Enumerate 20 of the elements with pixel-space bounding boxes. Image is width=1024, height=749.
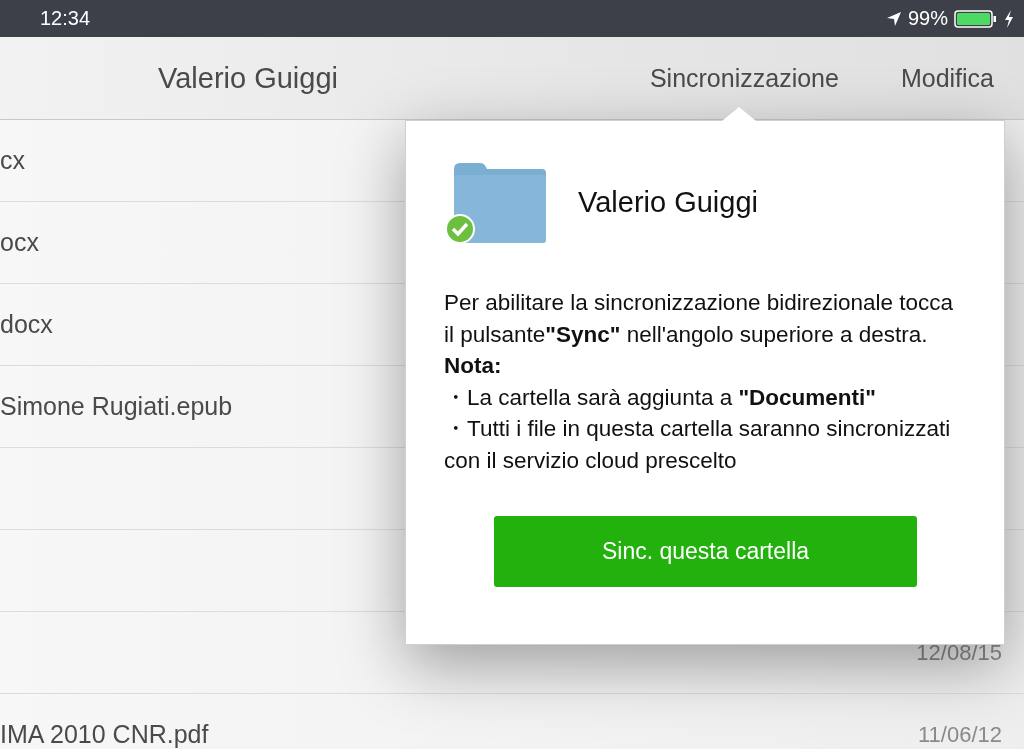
battery-percentage: 99% — [907, 7, 948, 30]
battery-icon — [954, 9, 998, 28]
file-date: 12/08/15 — [916, 639, 1002, 666]
file-name[interactable]: IMA 2010 CNR.pdf — [0, 720, 209, 749]
sync-instructions: Per abilitare la sincronizzazione bidirezionale tocca il pulsante"Sync" nell'angolo superiore a destra. — [444, 289, 955, 349]
nav-button[interactable]: Sincronizzazione — [649, 63, 839, 93]
file-date: 11/06/12 — [918, 721, 1002, 748]
file-name[interactable]: Simone Rugiati.epub — [0, 392, 233, 421]
status-time: 12:34 — [40, 7, 91, 30]
file-name[interactable]: cx — [0, 146, 25, 175]
note-item: ・La cartella sarà aggiunta a "Documenti" — [444, 383, 878, 412]
note-item: ・Tutti i file in questa cartella saranno sincronizzati con il servizio cloud prescelto — [444, 415, 952, 475]
nav-title: Valerio Guiggi — [158, 61, 338, 95]
nav-button[interactable]: Modifica — [900, 63, 994, 93]
note-label: Nota: — [444, 352, 503, 380]
file-name[interactable]: docx — [0, 310, 53, 339]
location-arrow-icon — [885, 10, 902, 27]
charging-bolt-icon — [1004, 9, 1014, 28]
file-name[interactable]: ocx — [0, 228, 39, 257]
folder-name: Valerio Guiggi — [578, 185, 758, 219]
